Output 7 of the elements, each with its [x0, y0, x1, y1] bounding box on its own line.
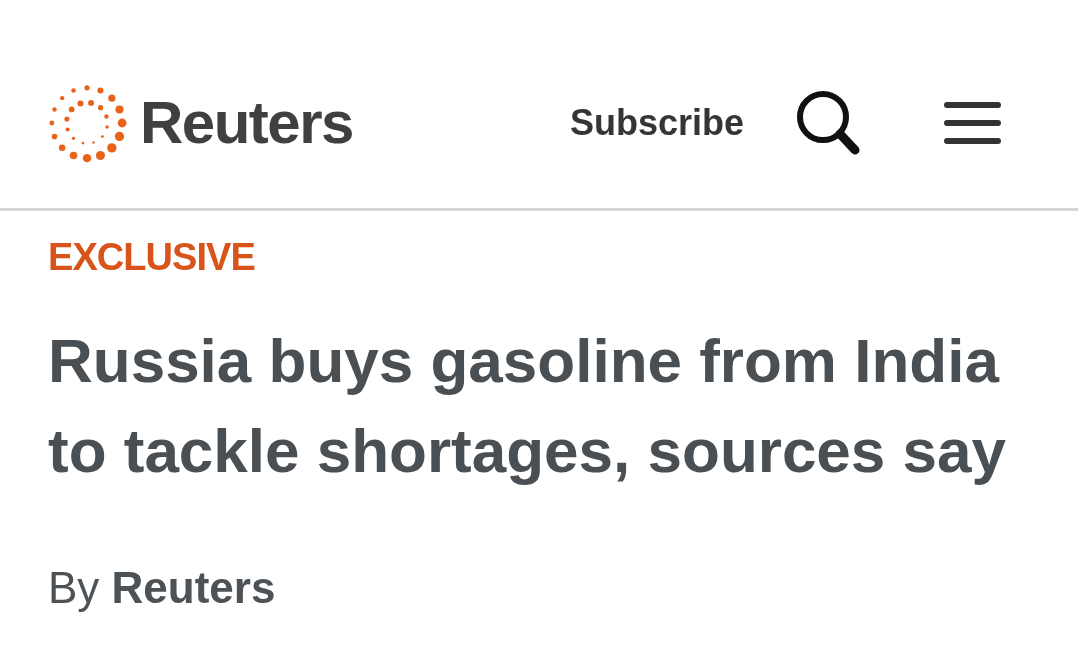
logo-wordmark: Reuters — [140, 93, 353, 153]
subscribe-link[interactable]: Subscribe — [569, 105, 744, 141]
section-label: EXCLUSIVE — [48, 238, 255, 276]
headline: Russia buys gasoline from India to tackle shortages, sources say — [48, 325, 1007, 487]
search-icon[interactable] — [796, 90, 860, 156]
menu-icon[interactable] — [944, 101, 1001, 145]
byline-text: By Reuters — [48, 566, 276, 610]
